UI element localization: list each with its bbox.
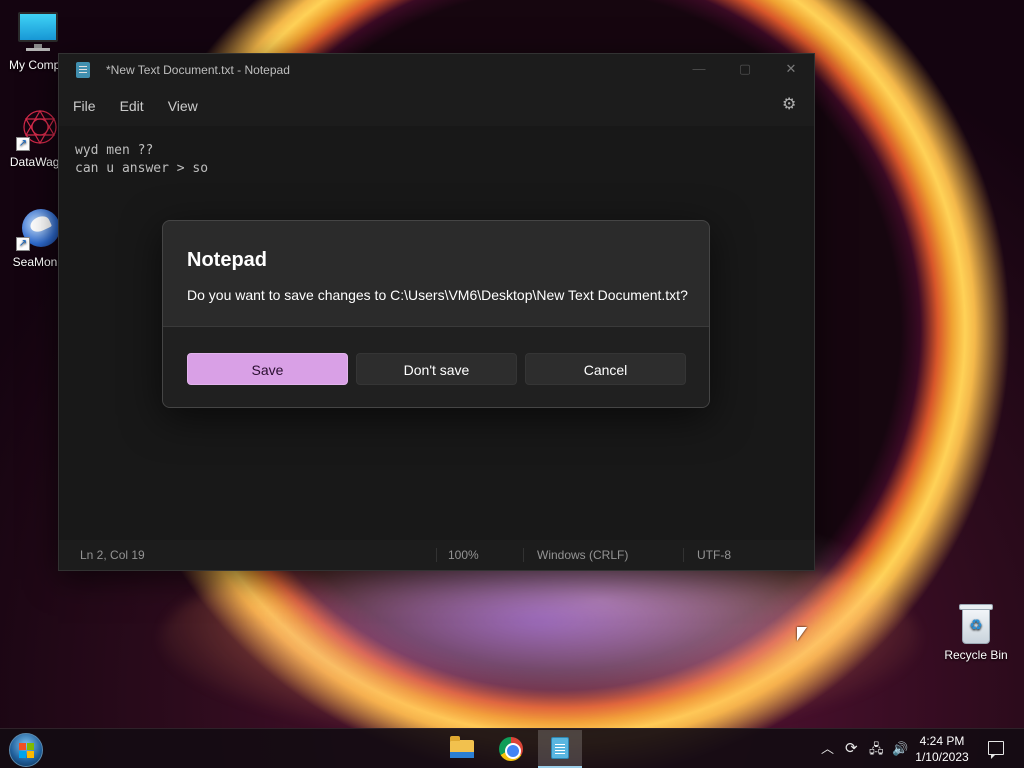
dialog-footer: Save Don't save Cancel — [163, 326, 709, 407]
clock-time: 4:24 PM — [919, 734, 965, 748]
computer-icon — [16, 10, 60, 54]
chevron-up-icon[interactable]: ︿ — [821, 741, 834, 757]
chrome-icon — [499, 737, 523, 761]
dialog-title: Notepad — [187, 249, 267, 271]
taskbar: ︿ ⟳ 🖧 🔊 4:24 PM 1/10/2023 — [0, 728, 1024, 768]
seamonkey-icon: ↗ — [16, 207, 60, 251]
taskbar-file-explorer[interactable] — [440, 730, 484, 768]
network-icon[interactable]: 🖧 — [869, 741, 884, 757]
cancel-button[interactable]: Cancel — [525, 353, 686, 385]
system-clock[interactable]: 4:24 PM 1/10/2023 — [912, 733, 972, 765]
notepad-icon — [551, 737, 569, 759]
windows-logo-icon — [19, 743, 35, 759]
dialog-message: Do you want to save changes to C:\Users\… — [187, 287, 688, 303]
save-button[interactable]: Save — [187, 353, 348, 385]
start-button[interactable] — [9, 733, 43, 767]
datawagon-icon: ↗ — [16, 107, 60, 151]
recycle-bin-icon: ♻ — [959, 602, 993, 644]
volume-icon[interactable]: 🔊 — [892, 741, 908, 757]
desktop-icon-recycle-bin[interactable]: ♻ Recycle Bin — [940, 602, 1012, 662]
dont-save-button[interactable]: Don't save — [356, 353, 517, 385]
sync-icon[interactable]: ⟳ — [845, 741, 858, 757]
taskbar-chrome[interactable] — [489, 730, 533, 768]
save-changes-dialog: Notepad Do you want to save changes to C… — [162, 220, 710, 408]
notification-icon[interactable] — [988, 741, 1004, 759]
folder-icon — [450, 736, 474, 758]
taskbar-notepad[interactable] — [538, 730, 582, 768]
desktop-icon-label: Recycle Bin — [944, 648, 1008, 662]
clock-date: 1/10/2023 — [915, 750, 969, 764]
mouse-cursor — [797, 627, 807, 641]
